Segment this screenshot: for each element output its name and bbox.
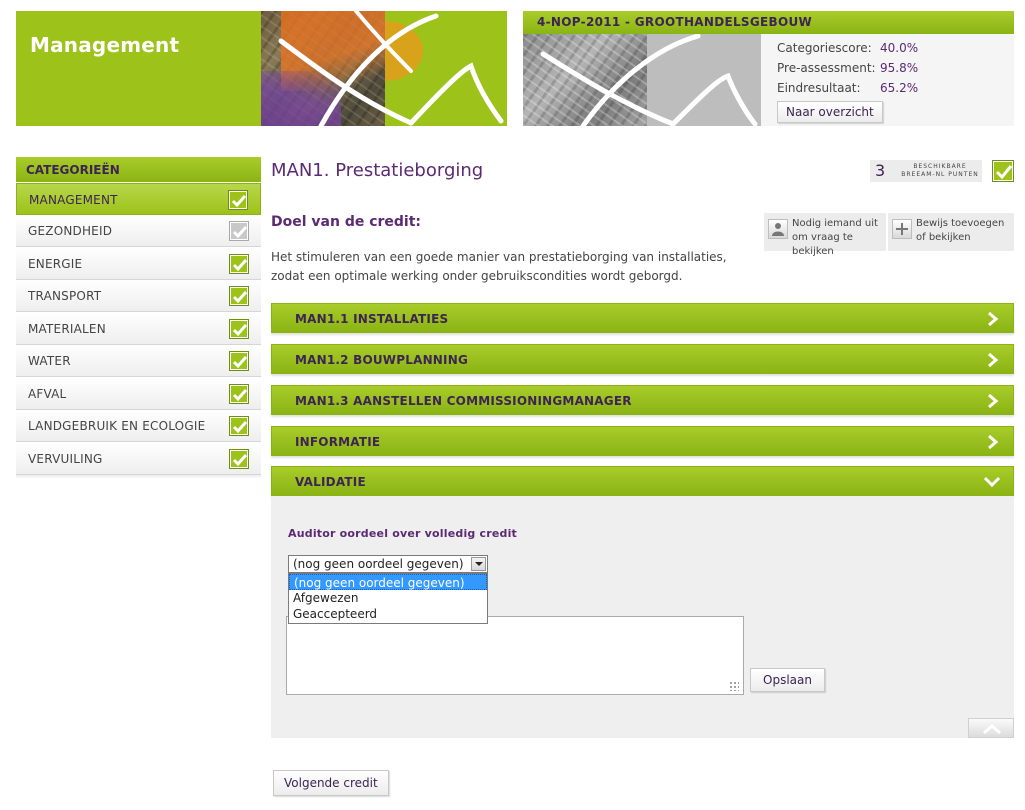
stat-final-result: Eindresultaat: 65.2% (777, 81, 919, 95)
page-title: Management (30, 33, 180, 57)
check-icon (229, 448, 249, 469)
sidebar-item-landgebruik[interactable]: LANDGEBRUIK EN ECOLOGIE (16, 410, 261, 442)
plus-icon (892, 219, 912, 239)
accordion-informatie[interactable]: INFORMATIE (271, 426, 1014, 456)
validation-panel: Auditor oordeel over volledig credit (no… (271, 496, 1014, 738)
chevron-right-icon (988, 312, 999, 326)
sidebar-item-management[interactable]: MANAGEMENT (16, 182, 261, 215)
collapse-button[interactable] (968, 718, 1014, 738)
project-title: 4-NOP-2011 - GROOTHANDELSGEBOUW (523, 11, 1014, 34)
check-icon (229, 351, 249, 371)
option-rejected[interactable]: Afgewezen (289, 590, 487, 606)
accordion-man1-2[interactable]: MAN1.2 BOUWPLANNING (271, 344, 1014, 374)
check-icon (229, 221, 249, 241)
sidebar-item-water[interactable]: WATER (16, 345, 261, 377)
auditor-comment-textarea[interactable] (286, 616, 744, 695)
sidebar-item-vervuiling[interactable]: VERVUILING (16, 442, 261, 475)
auditor-verdict-select[interactable]: (nog geen oordeel gegeven) (288, 555, 488, 573)
auditor-label: Auditor oordeel over volledig credit (288, 527, 518, 540)
credit-title: MAN1. Prestatieborging (271, 160, 484, 181)
stat-category-score: Categoriescore: 40.0% (777, 41, 919, 55)
project-summary: 4-NOP-2011 - GROOTHANDELSGEBOUW Categori… (523, 11, 1014, 126)
chevron-down-icon (983, 476, 1001, 488)
sidebar-item-transport[interactable]: TRANSPORT (16, 280, 261, 312)
check-icon (229, 318, 249, 339)
save-button[interactable]: Opslaan (750, 668, 825, 692)
chevron-right-icon (988, 435, 999, 449)
credit-check-icon (992, 160, 1014, 182)
option-no-verdict[interactable]: (nog geen oordeel gegeven) (289, 574, 487, 590)
option-accepted[interactable]: Geaccepteerd (289, 606, 487, 622)
chevron-right-icon (988, 353, 999, 367)
points-value: 3 (875, 161, 886, 180)
goal-heading: Doel van de credit: (271, 214, 422, 230)
check-icon (229, 416, 249, 436)
resize-grip-icon[interactable] (729, 681, 739, 691)
check-icon (229, 286, 249, 306)
add-evidence-button[interactable]: Bewijs toevoegen of bekijken (888, 213, 1014, 251)
auditor-verdict-options: (nog geen oordeel gegeven) Afgewezen Gea… (288, 573, 488, 624)
score-stats: Categoriescore: 40.0% Pre-assessment: 95.8… (761, 34, 1014, 126)
sidebar-item-energie[interactable]: ENERGIE (16, 247, 261, 280)
chevron-up-icon (983, 724, 1001, 735)
sidebar-item-afval[interactable]: AFVAL (16, 377, 261, 410)
accordion-man1-1[interactable]: MAN1.1 INSTALLATIES (271, 303, 1014, 333)
points-label: BESCHIKBARE BREEAM-NL PUNTEN (901, 163, 979, 178)
chevron-right-icon (988, 394, 999, 408)
header-aerial-image (261, 11, 507, 126)
category-sidebar: CATEGORIEËN MANAGEMENT GEZONDHEID ENERGI… (16, 157, 261, 479)
goal-text: Het stimuleren van een goede manier van … (271, 250, 727, 283)
accordion-validatie[interactable]: VALIDATIE (271, 466, 1014, 496)
check-icon (228, 189, 248, 210)
sidebar-heading: CATEGORIEËN (16, 157, 261, 182)
header-swirl-graphic (278, 11, 504, 126)
dropdown-arrow-icon[interactable] (471, 557, 486, 571)
invite-reviewer-button[interactable]: Nodig iemand uit om vraag te bekijken (764, 213, 886, 257)
next-credit-button[interactable]: Volgende credit (273, 770, 389, 796)
sidebar-item-gezondheid[interactable]: GEZONDHEID (16, 215, 261, 247)
project-image (523, 34, 761, 126)
overview-button[interactable]: Naar overzicht (777, 101, 883, 123)
check-icon (229, 253, 249, 274)
available-points: 3 BESCHIKBARE BREEAM-NL PUNTEN (870, 160, 982, 182)
header-banner: Management (16, 11, 507, 126)
check-icon (229, 383, 249, 404)
accordion-man1-3[interactable]: MAN1.3 AANSTELLEN COMMISSIONINGMANAGER (271, 385, 1014, 415)
sidebar-item-materialen[interactable]: MATERIALEN (16, 312, 261, 345)
person-icon (768, 219, 788, 239)
stat-pre-assessment: Pre-assessment: 95.8% (777, 61, 919, 75)
